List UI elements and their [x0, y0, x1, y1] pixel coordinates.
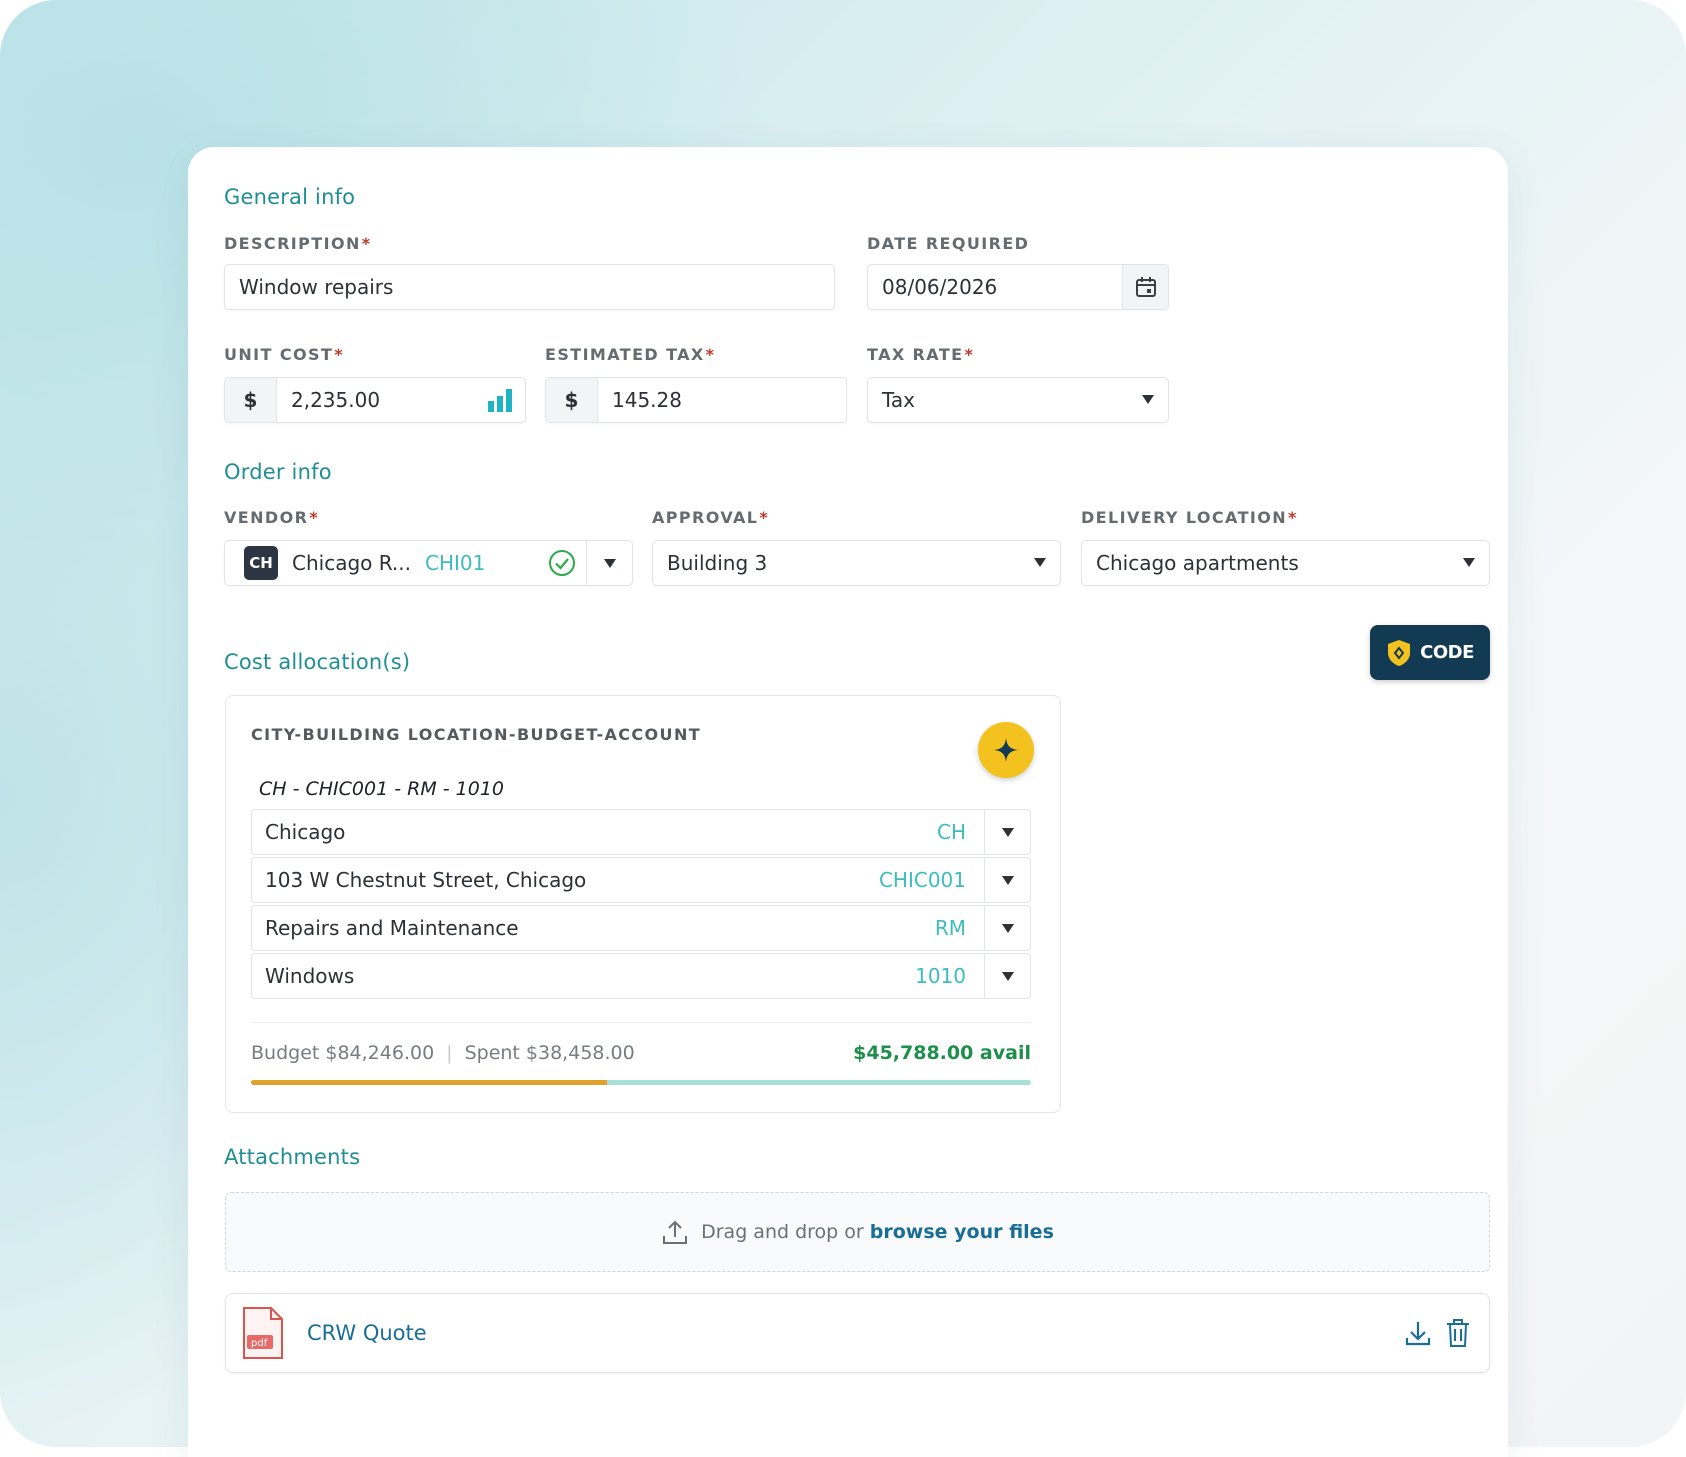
vendor-code: CHI01 [425, 551, 486, 575]
budget-spent: Spent $38,458.00 [464, 1042, 635, 1064]
file-dropzone[interactable]: Drag and drop or browse your files [225, 1192, 1490, 1272]
description-input[interactable]: Window repairs [224, 264, 835, 310]
budget-available: $45,788.00 avail [853, 1042, 1031, 1064]
chevron-down-icon [1463, 558, 1475, 567]
description-label: DESCRIPTION* [224, 234, 372, 253]
allocation-row-account[interactable]: Windows 1010 [251, 953, 1031, 999]
chevron-down-icon [1142, 395, 1154, 404]
attachment-item: pdf CRW Quote [225, 1293, 1490, 1373]
chevron-down-icon[interactable] [984, 954, 1030, 998]
order-info-title: Order info [224, 460, 332, 484]
divider [251, 1022, 1031, 1023]
budget-total: Budget $84,246.00 [251, 1042, 435, 1064]
chevron-down-icon [1034, 558, 1046, 567]
currency-prefix: $ [546, 378, 598, 422]
vendor-dropdown-toggle[interactable] [586, 541, 632, 585]
sparkle-icon [992, 736, 1020, 764]
tax-rate-label: TAX RATE* [867, 345, 975, 364]
bar-chart-icon[interactable] [487, 387, 525, 413]
cost-allocation-card: CITY-BUILDING LOCATION-BUDGET-ACCOUNT CH… [225, 695, 1061, 1113]
attachments-title: Attachments [224, 1145, 361, 1169]
code-button-label: CODE [1420, 642, 1474, 663]
segment-value: CH - CHIC001 - RM - 1010 [259, 778, 504, 800]
svg-text:pdf: pdf [251, 1338, 268, 1349]
calendar-icon[interactable] [1122, 265, 1168, 309]
chevron-down-icon[interactable] [984, 858, 1030, 902]
allocation-row-budget[interactable]: Repairs and Maintenance RM [251, 905, 1031, 951]
attachment-name[interactable]: CRW Quote [307, 1321, 1403, 1345]
purchase-request-form: General info DESCRIPTION* Window repairs… [188, 147, 1508, 1457]
vendor-label: VENDOR* [224, 508, 320, 527]
chevron-down-icon[interactable] [984, 810, 1030, 854]
chevron-down-icon [603, 558, 616, 568]
unit-cost-label: UNIT COST* [224, 345, 344, 364]
segment-label: CITY-BUILDING LOCATION-BUDGET-ACCOUNT [251, 725, 702, 744]
tax-rate-select[interactable]: Tax [867, 377, 1169, 423]
budget-progress-fill [251, 1080, 608, 1085]
upload-icon [661, 1218, 689, 1246]
pdf-file-icon: pdf [241, 1305, 285, 1361]
delivery-location-select[interactable]: Chicago apartments [1081, 540, 1490, 586]
date-required-label: DATE REQUIRED [867, 234, 1030, 253]
budget-progress-bar [251, 1080, 1031, 1085]
allocation-row-city[interactable]: Chicago CH [251, 809, 1031, 855]
estimated-tax-label: ESTIMATED TAX* [545, 345, 716, 364]
cost-allocation-title: Cost allocation(s) [224, 650, 411, 674]
unit-cost-input[interactable]: $ 2,235.00 [224, 377, 526, 423]
budget-separator: | [446, 1042, 453, 1064]
delivery-location-label: DELIVERY LOCATION* [1081, 508, 1298, 527]
ai-sparkle-button[interactable] [978, 722, 1034, 778]
shield-code-icon [1386, 639, 1412, 667]
vendor-badge: CH [244, 546, 278, 580]
estimated-tax-input[interactable]: $ 145.28 [545, 377, 847, 423]
allocation-row-building[interactable]: 103 W Chestnut Street, Chicago CHIC001 [251, 857, 1031, 903]
dropzone-text: Drag and drop or [701, 1221, 864, 1243]
general-info-title: General info [224, 185, 356, 209]
vendor-name: Chicago R... [292, 551, 411, 575]
approval-label: APPROVAL* [652, 508, 770, 527]
date-required-input[interactable]: 08/06/2026 [867, 264, 1169, 310]
chevron-down-icon[interactable] [984, 906, 1030, 950]
vendor-select[interactable]: CH Chicago R... CHI01 [224, 540, 633, 586]
code-button[interactable]: CODE [1370, 625, 1490, 680]
browse-files-link[interactable]: browse your files [870, 1221, 1054, 1243]
trash-icon[interactable] [1445, 1318, 1471, 1348]
download-icon[interactable] [1403, 1318, 1433, 1348]
budget-summary: Budget $84,246.00 | Spent $38,458.00 $45… [251, 1042, 1031, 1064]
check-circle-icon [548, 549, 586, 577]
currency-prefix: $ [225, 378, 277, 422]
approval-select[interactable]: Building 3 [652, 540, 1061, 586]
